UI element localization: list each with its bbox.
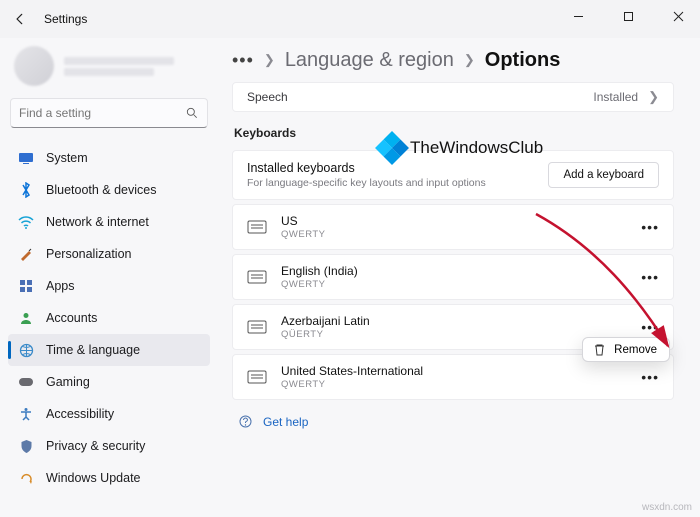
- main-content: ••• ❯ Language & region ❯ Options Speech…: [218, 38, 700, 517]
- paint-icon: [18, 246, 34, 262]
- apps-icon: [18, 278, 34, 294]
- get-help-link[interactable]: Get help: [232, 414, 674, 429]
- window-title: Settings: [44, 12, 87, 26]
- person-icon: [18, 310, 34, 326]
- sidebar-item-accessibility[interactable]: Accessibility: [8, 398, 210, 430]
- gaming-icon: [18, 374, 34, 390]
- add-keyboard-button[interactable]: Add a keyboard: [548, 162, 659, 188]
- sidebar-item-apps[interactable]: Apps: [8, 270, 210, 302]
- installed-subtitle: For language-specific key layouts and in…: [247, 177, 486, 189]
- keyboard-row-us: USQWERTY •••: [232, 204, 674, 250]
- more-options-button[interactable]: •••: [641, 319, 659, 335]
- keyboard-icon: [247, 369, 267, 385]
- speech-label: Speech: [247, 90, 288, 104]
- remove-popup[interactable]: Remove: [582, 337, 670, 362]
- sidebar-item-accounts[interactable]: Accounts: [8, 302, 210, 334]
- sidebar-item-time-language[interactable]: Time & language: [8, 334, 210, 366]
- minimize-button[interactable]: [562, 6, 594, 26]
- wifi-icon: [18, 214, 34, 230]
- back-button[interactable]: [4, 3, 36, 35]
- chevron-right-icon: ❯: [264, 52, 275, 68]
- keyboard-icon: [247, 319, 267, 335]
- search-field[interactable]: [19, 106, 185, 120]
- sidebar-item-personalization[interactable]: Personalization: [8, 238, 210, 270]
- keyboard-icon: [247, 219, 267, 235]
- sidebar-item-gaming[interactable]: Gaming: [8, 366, 210, 398]
- profile-block[interactable]: [8, 44, 210, 88]
- update-icon: [18, 470, 34, 486]
- sidebar-item-system[interactable]: System: [8, 142, 210, 174]
- system-icon: [18, 150, 34, 166]
- trash-icon: [593, 343, 606, 356]
- footer-watermark: wsxdn.com: [642, 502, 692, 513]
- more-options-button[interactable]: •••: [641, 369, 659, 385]
- breadcrumb-parent[interactable]: Language & region: [285, 49, 454, 72]
- sidebar-item-network[interactable]: Network & internet: [8, 206, 210, 238]
- installed-keyboards-card: Installed keyboards For language-specifi…: [232, 150, 674, 200]
- breadcrumb-more[interactable]: •••: [232, 50, 254, 71]
- remove-label: Remove: [614, 344, 657, 356]
- maximize-button[interactable]: [612, 6, 644, 26]
- chevron-right-icon: ❯: [648, 89, 659, 105]
- sidebar-item-windows-update[interactable]: Windows Update: [8, 462, 210, 494]
- clock-globe-icon: [18, 342, 34, 358]
- window-controls: [562, 6, 694, 26]
- keyboards-section-label: Keyboards: [234, 126, 674, 140]
- search-input[interactable]: [10, 98, 208, 128]
- bluetooth-icon: [18, 182, 34, 198]
- breadcrumb-current: Options: [485, 49, 561, 72]
- chevron-right-icon: ❯: [464, 52, 475, 68]
- speech-card[interactable]: Speech Installed❯: [232, 82, 674, 112]
- installed-title: Installed keyboards: [247, 161, 486, 175]
- sidebar: System Bluetooth & devices Network & int…: [0, 38, 218, 517]
- nav-list: System Bluetooth & devices Network & int…: [8, 142, 210, 494]
- more-options-button[interactable]: •••: [641, 219, 659, 235]
- avatar: [14, 46, 54, 86]
- help-icon: [238, 414, 253, 429]
- keyboard-row-english-india: English (India)QWERTY •••: [232, 254, 674, 300]
- accessibility-icon: [18, 406, 34, 422]
- breadcrumb: ••• ❯ Language & region ❯ Options: [232, 38, 674, 82]
- sidebar-item-bluetooth[interactable]: Bluetooth & devices: [8, 174, 210, 206]
- search-icon: [185, 106, 199, 120]
- keyboard-icon: [247, 269, 267, 285]
- more-options-button[interactable]: •••: [641, 269, 659, 285]
- close-button[interactable]: [662, 6, 694, 26]
- sidebar-item-privacy[interactable]: Privacy & security: [8, 430, 210, 462]
- shield-icon: [18, 438, 34, 454]
- arrow-left-icon: [13, 12, 27, 26]
